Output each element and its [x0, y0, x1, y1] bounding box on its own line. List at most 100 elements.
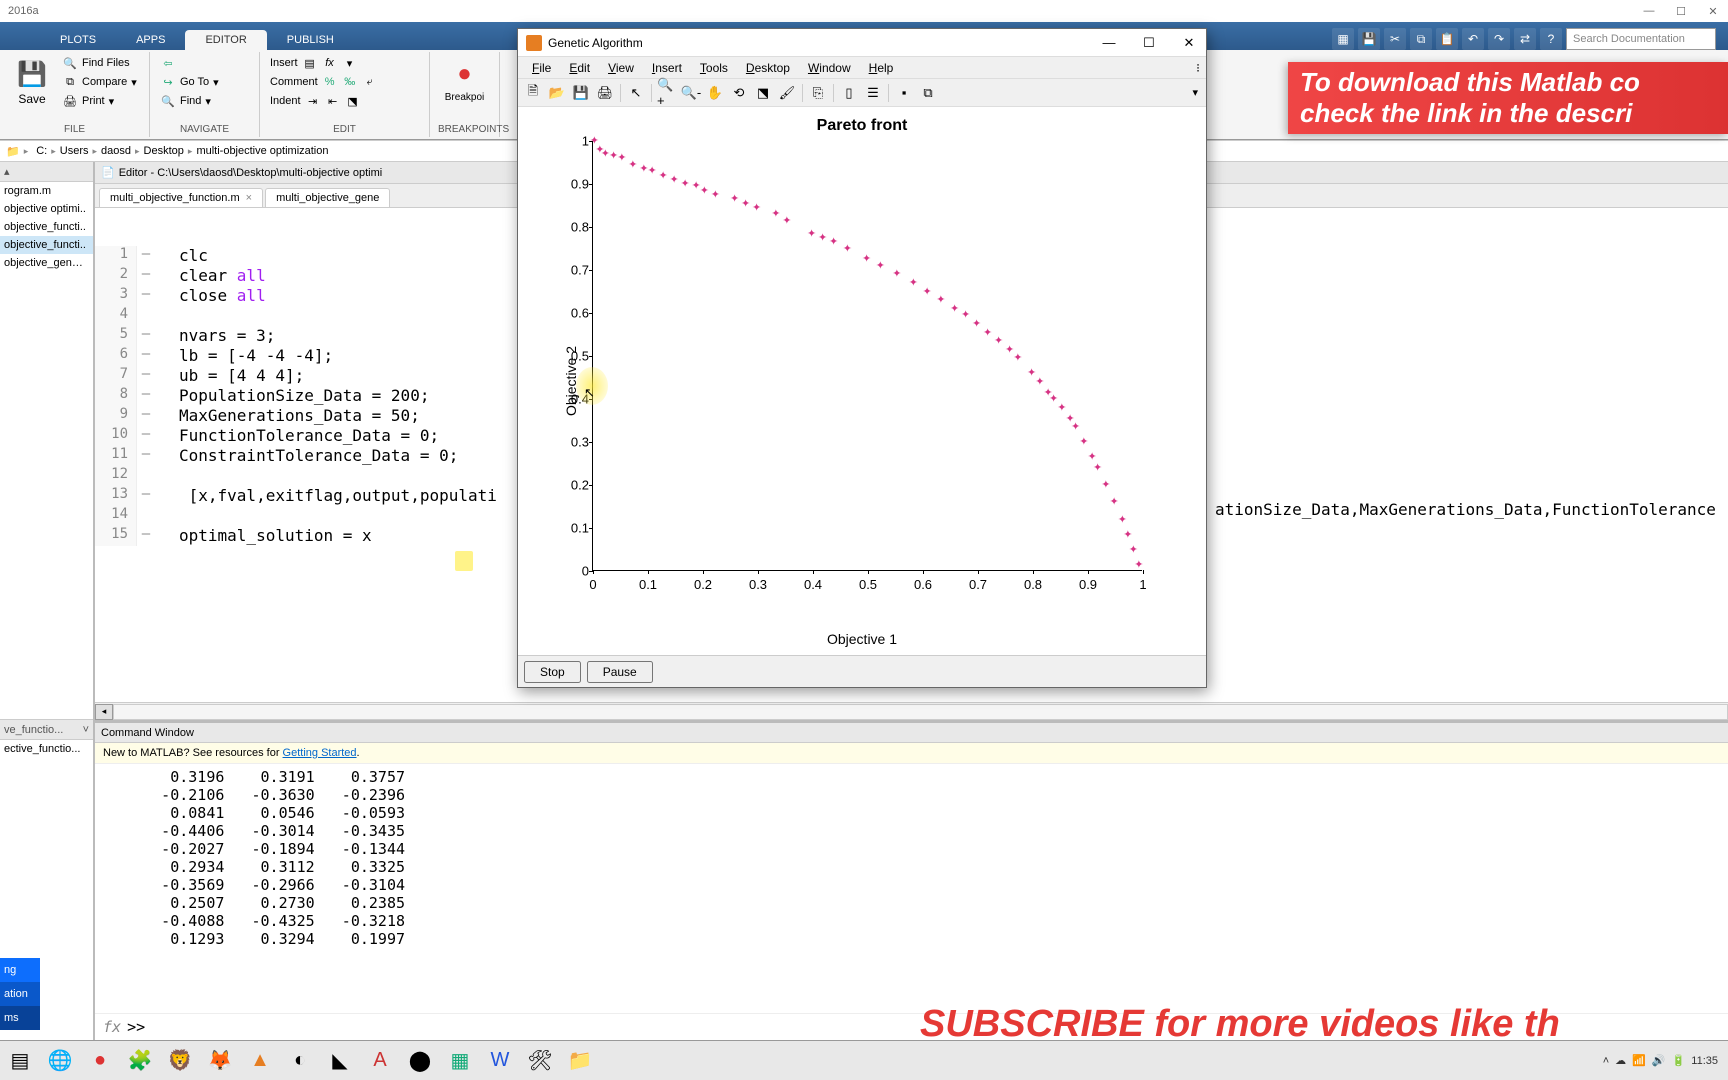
- app-icon-3[interactable]: ◣: [324, 1045, 356, 1077]
- switch-icon[interactable]: ⇄: [1514, 28, 1536, 50]
- folder-item[interactable]: objective_functi..: [0, 236, 93, 254]
- rotate-icon[interactable]: ⟲: [728, 82, 750, 104]
- undo-icon[interactable]: ↶: [1462, 28, 1484, 50]
- breadcrumb-segment[interactable]: multi-objective optimization: [192, 145, 332, 157]
- dock-icon[interactable]: ⧉: [917, 82, 939, 104]
- compare-button[interactable]: ⧉Compare▾: [60, 73, 139, 91]
- figure-dropdown-icon[interactable]: ▾: [1192, 86, 1202, 99]
- find-files-button[interactable]: 🔍Find Files: [60, 54, 139, 72]
- print-figure-icon[interactable]: 🖨: [594, 82, 616, 104]
- new-figure-icon[interactable]: 🗎: [522, 82, 544, 104]
- figure-menu-insert[interactable]: Insert: [644, 59, 690, 77]
- excel-icon[interactable]: ▦: [444, 1045, 476, 1077]
- obs-icon[interactable]: ⬤: [404, 1045, 436, 1077]
- indent-button[interactable]: Indent ⇥⇤⬔: [268, 92, 421, 110]
- figure-titlebar[interactable]: Genetic Algorithm — ☐ ✕: [518, 29, 1206, 57]
- paste-icon[interactable]: 📋: [1436, 28, 1458, 50]
- details-item[interactable]: ective_functio...: [0, 740, 93, 758]
- close-icon[interactable]: ✕: [1706, 4, 1720, 18]
- getting-started-link[interactable]: Getting Started: [283, 747, 357, 759]
- goto-button[interactable]: ↪Go To▾: [158, 73, 251, 91]
- open-figure-icon[interactable]: 📂: [546, 82, 568, 104]
- scroll-left-icon[interactable]: ◂: [95, 704, 113, 720]
- zoom-out-icon[interactable]: 🔍-: [680, 82, 702, 104]
- folder-item[interactable]: rogram.m: [0, 182, 93, 200]
- figure-maximize-icon[interactable]: ☐: [1140, 34, 1158, 52]
- figure-menu-window[interactable]: Window: [800, 59, 859, 77]
- tray-cloud-icon[interactable]: ☁: [1615, 1054, 1626, 1067]
- matlab-icon[interactable]: ▲: [244, 1045, 276, 1077]
- redo-icon[interactable]: ↷: [1488, 28, 1510, 50]
- maximize-icon[interactable]: ☐: [1674, 4, 1688, 18]
- figure-close-icon[interactable]: ✕: [1180, 34, 1198, 52]
- figure-menu-view[interactable]: View: [600, 59, 642, 77]
- details-header[interactable]: ve_functio...˅: [0, 720, 93, 740]
- link-icon[interactable]: ⎘: [807, 82, 829, 104]
- figure-menu-more-icon[interactable]: ⁝: [1196, 61, 1200, 75]
- zoom-in-icon[interactable]: 🔍+: [656, 82, 678, 104]
- tray-time[interactable]: 11:35: [1691, 1055, 1718, 1067]
- tab-close-icon[interactable]: ×: [246, 192, 252, 204]
- print-button[interactable]: 🖨Print▾: [60, 92, 139, 110]
- editor-hscroll[interactable]: ◂: [95, 702, 1728, 720]
- breakpoints-button[interactable]: ● Breakpoi: [438, 54, 491, 107]
- main-tab-editor[interactable]: EDITOR: [185, 30, 266, 50]
- figure-menu-edit[interactable]: Edit: [561, 59, 598, 77]
- minimize-icon[interactable]: —: [1642, 4, 1656, 18]
- figure-menu-help[interactable]: Help: [861, 59, 902, 77]
- task-view-icon[interactable]: ▤: [4, 1045, 36, 1077]
- pan-icon[interactable]: ✋: [704, 82, 726, 104]
- tray-up-icon[interactable]: ˄: [1603, 1055, 1609, 1067]
- save-button[interactable]: 💾 Save: [8, 54, 56, 110]
- pause-button[interactable]: Pause: [587, 661, 653, 683]
- app-icon-1[interactable]: 🧩: [124, 1045, 156, 1077]
- folder-icon[interactable]: 📁: [6, 145, 20, 158]
- tray-batt-icon[interactable]: 🔋: [1672, 1054, 1686, 1067]
- app-icon-4[interactable]: A: [364, 1045, 396, 1077]
- breadcrumb-segment[interactable]: Desktop: [140, 145, 188, 157]
- figure-menu-tools[interactable]: Tools: [692, 59, 736, 77]
- search-documentation[interactable]: Search Documentation: [1566, 28, 1716, 50]
- breadcrumb-segment[interactable]: Users: [56, 145, 93, 157]
- pointer-icon[interactable]: ↖: [625, 82, 647, 104]
- main-tab-plots[interactable]: PLOTS: [40, 30, 116, 50]
- breadcrumb-segment[interactable]: C:: [32, 145, 51, 157]
- word-icon[interactable]: W: [484, 1045, 516, 1077]
- window-stack-pill[interactable]: ng ation ms: [0, 958, 40, 1030]
- figure-window[interactable]: Genetic Algorithm — ☐ ✕ FileEditViewInse…: [517, 28, 1207, 688]
- firefox-icon[interactable]: 🦊: [204, 1045, 236, 1077]
- breadcrumb-segment[interactable]: daosd: [97, 145, 135, 157]
- legend-icon[interactable]: ☰: [862, 82, 884, 104]
- app-icon-5[interactable]: 🛠: [524, 1045, 556, 1077]
- brave-icon[interactable]: 🦁: [164, 1045, 196, 1077]
- brush-icon[interactable]: 🖌: [776, 82, 798, 104]
- cut-icon[interactable]: ✂: [1384, 28, 1406, 50]
- figure-minimize-icon[interactable]: —: [1100, 34, 1118, 52]
- save-icon[interactable]: 💾: [1358, 28, 1380, 50]
- folder-item[interactable]: objective_geneti..: [0, 254, 93, 272]
- insert-button[interactable]: Insert ▤fx▾: [268, 54, 421, 72]
- folder-item[interactable]: objective_functi..: [0, 218, 93, 236]
- record-icon[interactable]: ●: [84, 1045, 116, 1077]
- chrome-icon[interactable]: 🌐: [44, 1045, 76, 1077]
- help-icon[interactable]: ?: [1540, 28, 1562, 50]
- figure-menu-file[interactable]: File: [524, 59, 559, 77]
- copy-icon[interactable]: ⧉: [1410, 28, 1432, 50]
- tray-wifi-icon[interactable]: 📶: [1632, 1054, 1646, 1067]
- hide-tools-icon[interactable]: ▪: [893, 82, 915, 104]
- file-tab[interactable]: multi_objective_function.m×: [99, 188, 263, 207]
- data-cursor-icon[interactable]: ⬔: [752, 82, 774, 104]
- folder-item[interactable]: objective optimi..: [0, 200, 93, 218]
- app-icon-2[interactable]: ◐: [284, 1045, 316, 1077]
- find-button[interactable]: 🔍Find▾: [158, 92, 251, 110]
- colorbar-icon[interactable]: ▯: [838, 82, 860, 104]
- file-tab[interactable]: multi_objective_gene: [265, 188, 390, 207]
- explorer-icon[interactable]: 📁: [564, 1045, 596, 1077]
- tray-vol-icon[interactable]: 🔊: [1652, 1054, 1666, 1067]
- back-button[interactable]: ⇦: [158, 54, 251, 72]
- main-tab-publish[interactable]: PUBLISH: [267, 30, 354, 50]
- main-tab-apps[interactable]: APPS: [116, 30, 185, 50]
- save-figure-icon[interactable]: 💾: [570, 82, 592, 104]
- comment-button[interactable]: Comment %‰⤶: [268, 73, 421, 91]
- stop-button[interactable]: Stop: [524, 661, 581, 683]
